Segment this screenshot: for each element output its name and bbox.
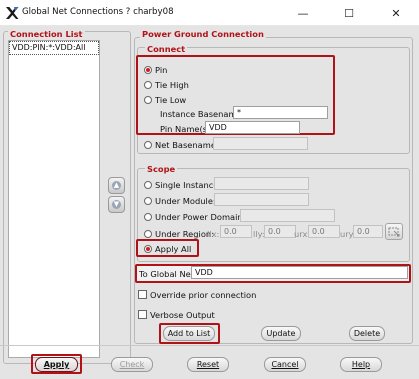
radio-apply-all[interactable] xyxy=(144,245,152,253)
single-instance-field[interactable] xyxy=(214,177,309,190)
label-under-module: Under Module: xyxy=(155,196,216,206)
radio-net-basename[interactable] xyxy=(144,141,152,149)
label-apply-all: Apply All xyxy=(155,244,192,254)
add-to-list-button[interactable]: Add to List xyxy=(163,326,215,341)
check-label: Check xyxy=(119,360,145,369)
cancel-label: Cancel xyxy=(271,360,299,369)
label-pin: Pin xyxy=(155,65,168,75)
arrow-down-icon: ▼ xyxy=(112,200,121,209)
maximize-button[interactable]: ☐ xyxy=(326,0,372,26)
label-under-region: Under Region: xyxy=(155,229,214,239)
delete-button[interactable]: Delete xyxy=(349,326,385,341)
move-up-button[interactable]: ▲ xyxy=(108,177,125,194)
to-global-net-field[interactable]: VDD xyxy=(191,266,408,279)
update-label: Update xyxy=(266,329,296,338)
help-label: Help xyxy=(351,360,371,369)
label-instance-basename: Instance Basename: xyxy=(160,109,245,119)
region-picker-icon xyxy=(388,227,400,236)
radio-under-region[interactable] xyxy=(144,230,152,238)
radio-tie-high[interactable] xyxy=(144,81,152,89)
apply-button[interactable]: Apply xyxy=(35,357,78,372)
update-button[interactable]: Update xyxy=(261,326,301,341)
label-lly: lly: xyxy=(253,229,265,239)
lly-field[interactable]: 0.0 xyxy=(264,225,296,238)
move-down-button[interactable]: ▼ xyxy=(108,196,125,213)
reset-button[interactable]: Reset xyxy=(187,357,229,372)
cancel-button[interactable]: Cancel xyxy=(264,357,306,372)
label-verbose-output: Verbose Output xyxy=(150,310,215,320)
label-net-basename: Net Basename: xyxy=(155,140,219,150)
radio-tie-low[interactable] xyxy=(144,96,152,104)
connection-list[interactable] xyxy=(8,40,100,358)
label-override-prior: Override prior connection xyxy=(150,290,257,300)
radio-single-instance[interactable] xyxy=(144,181,152,189)
delete-label: Delete xyxy=(353,329,381,338)
connection-list-item[interactable]: VDD:PIN:*:VDD:All xyxy=(9,41,99,55)
minimize-icon: — xyxy=(297,6,309,20)
label-llx: llx: xyxy=(207,229,220,239)
window-title: Global Net Connections ? charby08 xyxy=(22,7,174,17)
ury-field[interactable]: 0.0 xyxy=(353,225,383,238)
instance-basename-field[interactable]: * xyxy=(233,106,328,119)
label-under-power-domain: Under Power Domain: xyxy=(155,212,246,222)
label-single-instance: Single Instance: xyxy=(155,180,222,190)
llx-field[interactable]: 0.0 xyxy=(220,225,252,238)
radio-under-module[interactable] xyxy=(144,197,152,205)
radio-pin[interactable] xyxy=(144,66,152,74)
close-button[interactable]: ✕ xyxy=(373,0,419,26)
close-icon: ✕ xyxy=(391,6,401,20)
pin-names-field[interactable]: VDD xyxy=(205,121,300,134)
apply-label: Apply xyxy=(43,360,70,369)
reset-label: Reset xyxy=(196,360,220,369)
verbose-output-checkbox[interactable] xyxy=(138,310,147,319)
override-prior-checkbox[interactable] xyxy=(138,290,147,299)
app-logo-icon xyxy=(6,7,19,19)
radio-under-power-domain[interactable] xyxy=(144,213,152,221)
minimize-button[interactable]: — xyxy=(280,0,326,26)
under-power-domain-field[interactable] xyxy=(240,209,335,222)
net-basename-field[interactable] xyxy=(213,137,308,150)
add-to-list-label: Add to List xyxy=(167,329,211,338)
label-tie-low: Tie Low xyxy=(155,95,187,105)
connection-list-title: Connection List xyxy=(8,29,85,39)
label-tie-high: Tie High xyxy=(155,80,189,90)
pgc-title: Power Ground Connection xyxy=(140,29,266,39)
help-button[interactable]: Help xyxy=(340,357,382,372)
footer-separator xyxy=(0,345,419,346)
scope-title: Scope xyxy=(145,164,178,174)
under-module-field[interactable] xyxy=(214,193,309,206)
urx-field[interactable]: 0.0 xyxy=(308,225,340,238)
connect-title: Connect xyxy=(145,44,188,54)
label-to-global-net: To Global Net: xyxy=(139,269,197,279)
select-region-button[interactable] xyxy=(385,223,403,240)
arrow-up-icon: ▲ xyxy=(112,181,121,190)
check-button[interactable]: Check xyxy=(111,357,153,372)
maximize-icon: ☐ xyxy=(344,6,354,20)
